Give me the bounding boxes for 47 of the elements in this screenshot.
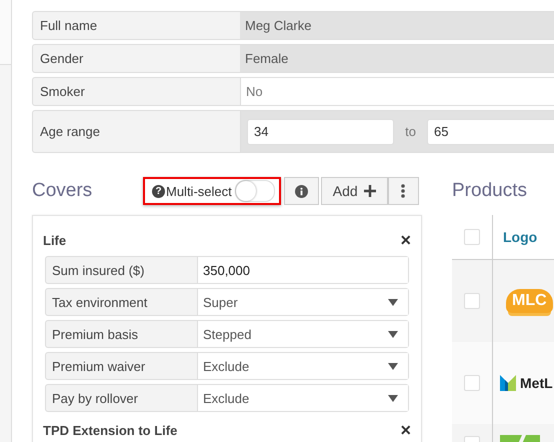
toggle-switch[interactable]: [234, 180, 275, 202]
cover-title: Life: [43, 232, 66, 248]
field-value: No: [240, 78, 554, 105]
dropdown-arrow-icon: [388, 330, 398, 338]
select-field[interactable]: Stepped: [197, 321, 408, 347]
add-button[interactable]: Add: [320, 177, 388, 205]
more-button[interactable]: [388, 177, 419, 205]
dropdown-arrow-icon: [388, 298, 398, 306]
field-label: Smoker: [39, 83, 86, 101]
checkbox[interactable]: [464, 229, 480, 245]
plus-icon: [364, 185, 376, 197]
cover-title: TPD Extension to Life: [43, 422, 178, 438]
field-label: Full name: [39, 17, 98, 35]
input-field[interactable]: 34: [247, 118, 394, 144]
select-field[interactable]: Exclude: [197, 353, 408, 379]
close-button[interactable]: ×: [400, 231, 411, 249]
logo-mark-icon: [500, 375, 516, 391]
field-label: Premium basis: [51, 326, 139, 344]
field-value: Meg Clarke: [240, 12, 554, 39]
toggle-label: Multi-select: [166, 184, 232, 198]
logo: MLC: [506, 289, 553, 313]
multi-select-toggle[interactable]: ? Multi-select: [143, 177, 281, 205]
logo-text: MetL: [520, 375, 553, 391]
field-label: Tax environment: [51, 294, 148, 312]
help-icon: ?: [152, 184, 165, 198]
column-header[interactable]: Logo: [503, 229, 538, 245]
kebab-icon: [401, 184, 406, 198]
section-title: Products: [452, 180, 528, 202]
field-value: Female: [240, 45, 554, 72]
field-label: Premium waiver: [51, 358, 146, 376]
dropdown-arrow-icon: [388, 362, 398, 370]
info-button[interactable]: [284, 177, 319, 205]
input-field[interactable]: 350,000: [197, 257, 408, 283]
dropdown-arrow-icon: [388, 394, 398, 402]
close-button[interactable]: ×: [400, 421, 411, 439]
range-separator: to: [404, 124, 417, 139]
checkbox[interactable]: [464, 293, 480, 309]
field-label: Gender: [39, 50, 84, 68]
info-icon: [294, 184, 308, 198]
field-label: Age range: [39, 123, 101, 141]
checkbox[interactable]: [464, 375, 480, 391]
select-field[interactable]: Super: [197, 289, 408, 315]
field-label: Sum insured ($): [51, 262, 146, 280]
field-label: Pay by rollover: [51, 390, 139, 408]
section-title: Covers: [32, 180, 94, 202]
select-field[interactable]: Exclude: [197, 385, 408, 411]
input-field[interactable]: 65: [427, 118, 554, 144]
